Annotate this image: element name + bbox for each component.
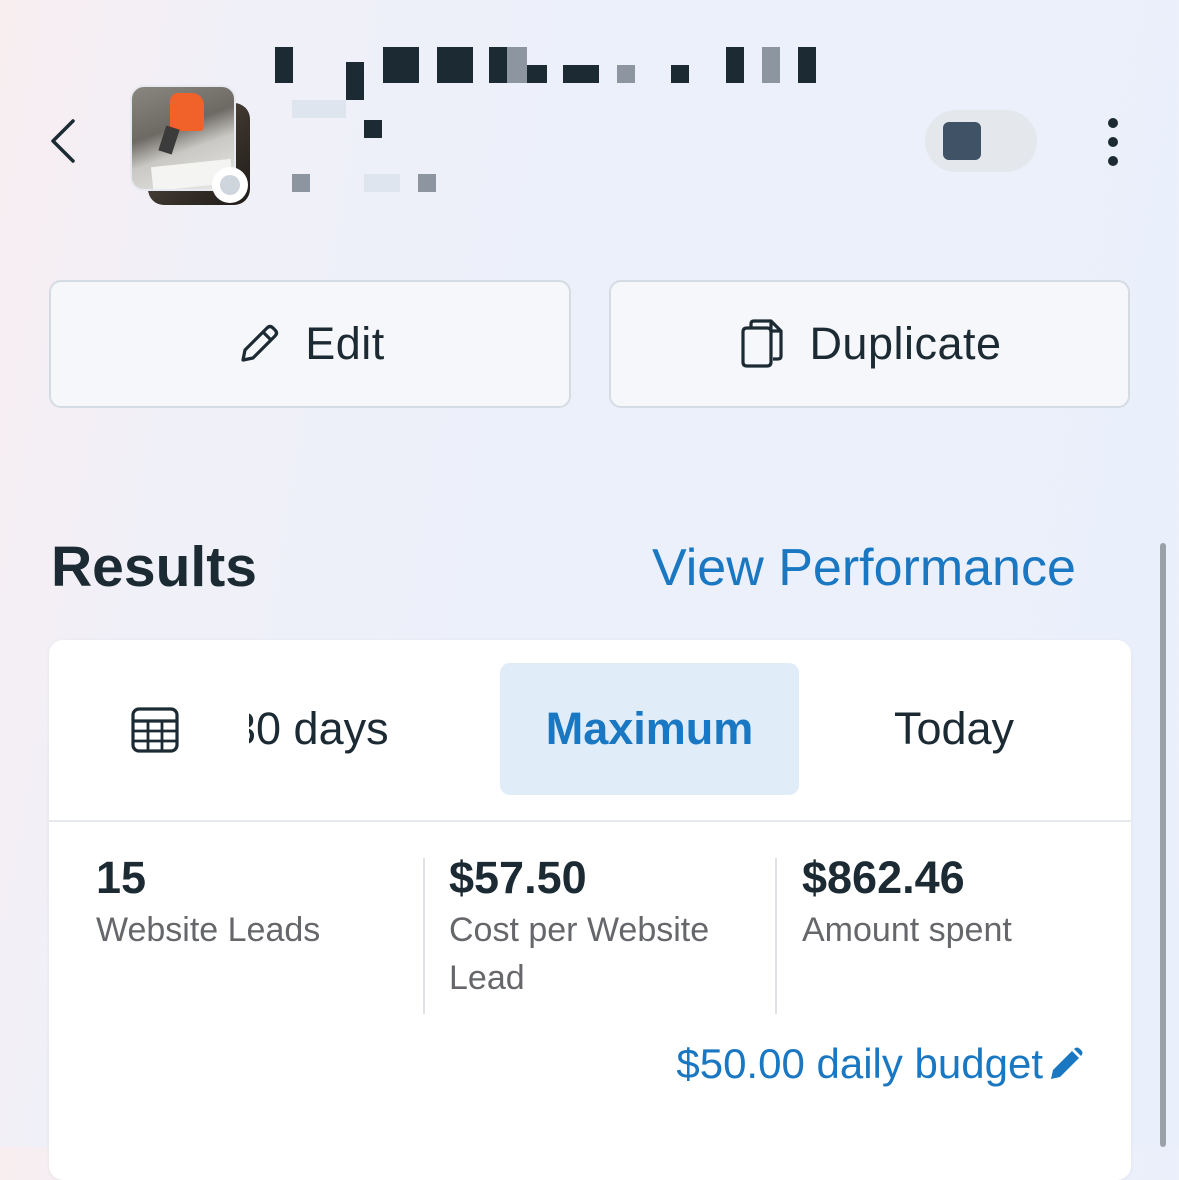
chevron-left-icon (51, 119, 75, 163)
status-dot (212, 167, 248, 203)
calendar-button[interactable] (125, 700, 185, 760)
metric-website-leads: 15 Website Leads (96, 852, 406, 954)
edit-label: Edit (305, 318, 385, 369)
results-card: 30 days Maximum Today 15 Website Leads $… (49, 640, 1131, 1180)
copy-icon (737, 318, 787, 370)
campaign-toggle[interactable] (925, 110, 1037, 172)
duplicate-label: Duplicate (809, 318, 1002, 369)
range-option-30-days[interactable]: 30 days (249, 663, 449, 795)
metric-cost-per-lead: $57.50 Cost per Website Lead (449, 852, 749, 1002)
range-option-maximum[interactable]: Maximum (500, 663, 799, 795)
metrics-row: 15 Website Leads $57.50 Cost per Website… (49, 822, 1131, 1042)
range-option-label: 30 days (249, 703, 389, 754)
metric-divider (423, 858, 425, 1014)
results-title: Results (51, 535, 257, 599)
date-range-selector: 30 days Maximum Today (49, 640, 1131, 822)
toggle-knob (943, 122, 981, 160)
edit-button[interactable]: Edit (49, 280, 571, 408)
pencil-icon (235, 320, 283, 368)
pencil-filled-icon (1051, 1047, 1083, 1079)
range-option-label: Today (893, 703, 1015, 754)
view-performance-link[interactable]: View Performance (652, 538, 1076, 598)
campaign-avatar (130, 85, 255, 210)
metric-divider (775, 858, 777, 1014)
scrollbar[interactable] (1160, 543, 1166, 1147)
back-button[interactable] (38, 110, 88, 172)
daily-budget-link[interactable]: $50.00 daily budget (676, 1040, 1085, 1088)
metric-amount-spent: $862.46 Amount spent (802, 852, 1102, 954)
daily-budget-label: $50.00 daily budget (676, 1040, 1043, 1087)
calendar-icon (131, 707, 179, 753)
metric-label: Cost per Website Lead (449, 911, 710, 997)
metric-label: Website Leads (96, 911, 321, 949)
metric-value: 15 (96, 852, 147, 903)
more-options-button[interactable] (1088, 112, 1138, 172)
metric-label: Amount spent (802, 911, 1012, 949)
metric-value: $862.46 (802, 852, 965, 903)
range-option-today[interactable]: Today (839, 663, 1069, 795)
range-option-label: Maximum (545, 703, 754, 754)
duplicate-button[interactable]: Duplicate (609, 280, 1130, 408)
more-vertical-icon (1108, 118, 1118, 128)
metric-value: $57.50 (449, 852, 587, 903)
